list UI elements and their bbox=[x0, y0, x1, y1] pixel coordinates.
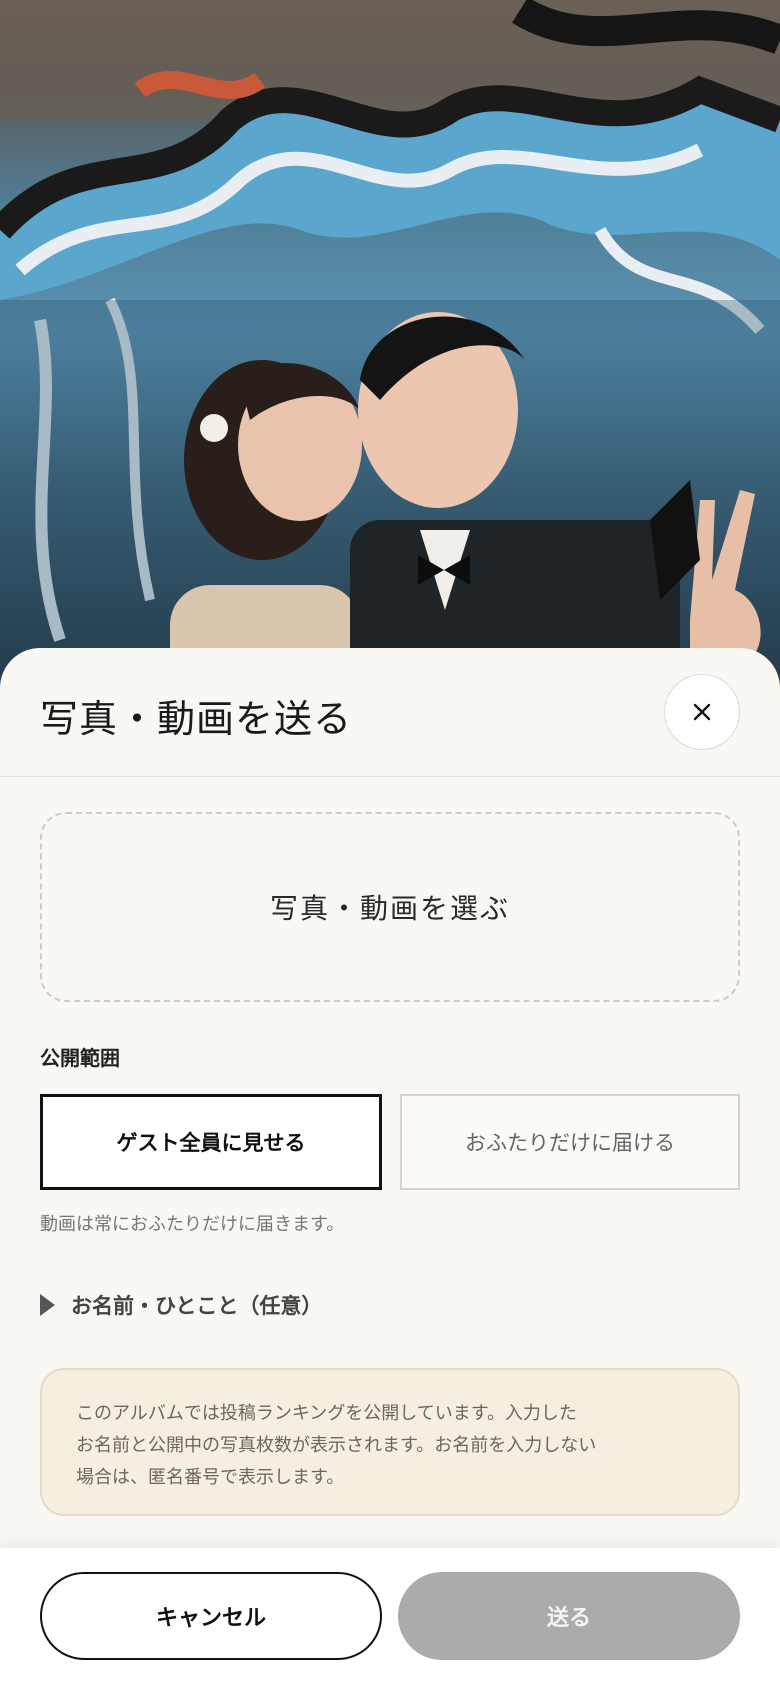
sheet-title: 写真・動画を送る bbox=[40, 697, 353, 741]
sheet-header: 写真・動画を送る bbox=[0, 648, 780, 777]
sheet-footer: キャンセル 送る bbox=[0, 1548, 780, 1688]
video-visibility-note: 動画は常におふたりだけに届きます。 bbox=[40, 1214, 345, 1235]
ranking-notice-line: お名前と公開中の写真枚数が表示されます。お名前を入力しない bbox=[76, 1435, 597, 1456]
name-message-toggle-label: お名前・ひとこと（任意） bbox=[71, 1294, 323, 1318]
close-icon bbox=[693, 703, 711, 721]
visibility-option-couple-only[interactable]: おふたりだけに届ける bbox=[400, 1094, 740, 1190]
cancel-button[interactable]: キャンセル bbox=[40, 1572, 382, 1660]
select-media-button[interactable]: 写真・動画を選ぶ bbox=[40, 812, 740, 1002]
select-media-label: 写真・動画を選ぶ bbox=[269, 892, 510, 925]
close-button[interactable] bbox=[664, 674, 740, 750]
ranking-notice: このアルバムでは投稿ランキングを公開しています。入力した お名前と公開中の写真枚… bbox=[40, 1368, 740, 1516]
send-button[interactable]: 送る bbox=[398, 1572, 740, 1660]
send-media-sheet: 写真・動画を送る 写真・動画を選ぶ 公開範囲 ゲスト全員に見せる おふたりだけに… bbox=[0, 648, 780, 1688]
background-photo bbox=[0, 0, 780, 700]
ranking-notice-line: このアルバムでは投稿ランキングを公開しています。入力した bbox=[76, 1403, 577, 1424]
graffiti-wall-couple-image bbox=[0, 0, 780, 700]
ranking-notice-line: 場合は、匿名番号で表示します。 bbox=[76, 1467, 345, 1488]
visibility-option-all-guests[interactable]: ゲスト全員に見せる bbox=[40, 1094, 382, 1190]
screen: 写真・動画を送る 写真・動画を選ぶ 公開範囲 ゲスト全員に見せる おふたりだけに… bbox=[0, 0, 780, 1688]
disclosure-triangle-icon bbox=[40, 1294, 55, 1316]
visibility-label: 公開範囲 bbox=[40, 1046, 120, 1070]
name-message-toggle[interactable]: お名前・ひとこと（任意） bbox=[40, 1290, 322, 1320]
